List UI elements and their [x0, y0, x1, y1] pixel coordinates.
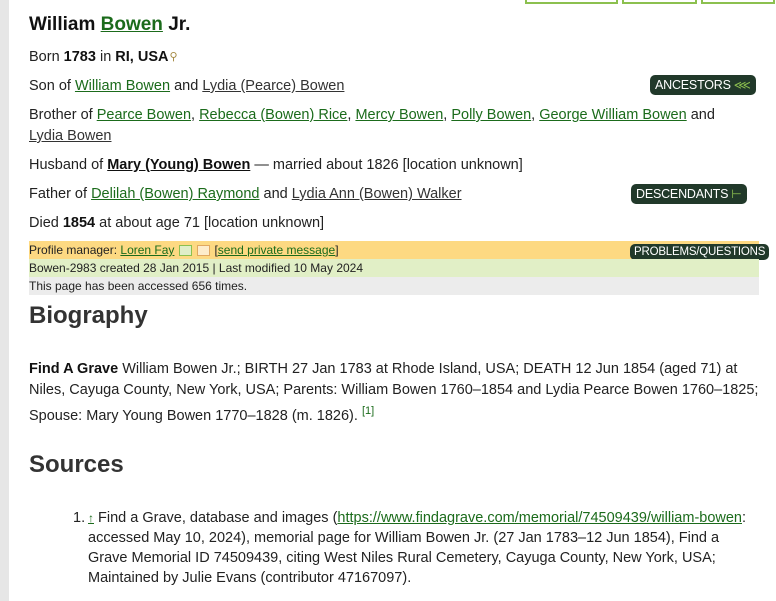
send-message-link[interactable]: send private message	[218, 243, 335, 257]
source-url-link[interactable]: https://www.findagrave.com/memorial/7450…	[337, 510, 742, 526]
problems-label: PROBLEMS/QUESTIONS	[634, 246, 766, 258]
top-tab-2[interactable]	[622, 0, 697, 4]
created-modified-bar: Bowen-2983 created 28 Jan 2015 | Last mo…	[29, 259, 759, 277]
sibling-link[interactable]: George William Bowen	[539, 107, 686, 123]
died-line: Died 1854 at about age 71 [location unkn…	[29, 213, 324, 234]
ancestors-label: ANCESTORS	[655, 78, 731, 92]
died-text: at about age 71 [location unknown]	[99, 215, 325, 231]
ancestors-button[interactable]: ANCESTORS ⋘	[650, 75, 756, 95]
top-tab-3[interactable]	[701, 0, 775, 4]
child-link[interactable]: Delilah (Bowen) Raymond	[91, 186, 259, 202]
bio-body: William Bowen Jr.; BIRTH 27 Jan 1783 at …	[29, 361, 759, 424]
top-tab-buttons	[525, 0, 775, 4]
accessed-bar: This page has been accessed 656 times.	[29, 277, 759, 295]
husband-of-label: Husband of	[29, 157, 104, 173]
born-in: in	[99, 49, 112, 65]
created-text: Bowen-2983 created 28 Jan 2015 | Last mo…	[29, 261, 364, 275]
and-text: and	[174, 78, 199, 94]
name-suffix: Jr.	[168, 14, 191, 35]
sibling-link[interactable]: Polly Bowen	[451, 107, 531, 123]
accessed-text: This page has been accessed 656 times.	[29, 279, 248, 293]
descendants-label: DESCENDANTS	[636, 187, 729, 201]
sibling-link[interactable]: Lydia Bowen	[29, 128, 112, 144]
descendants-tree-icon: ⊢	[731, 187, 742, 201]
born-year: 1783	[63, 49, 96, 65]
mother-link[interactable]: Lydia (Pearce) Bowen	[202, 78, 344, 94]
husband-of-line: Husband of Mary (Young) Bowen — married …	[29, 155, 523, 176]
bio-source-bold: Find A Grave	[29, 361, 119, 377]
born-line: Born 1783 in RI, USA⚲	[29, 47, 178, 68]
top-tab-1[interactable]	[525, 0, 618, 4]
back-to-citation-link[interactable]: ↑	[88, 511, 94, 525]
died-label: Died	[29, 215, 59, 231]
father-of-line: Father of Delilah (Bowen) Raymond and Ly…	[29, 184, 462, 205]
brother-of-label: Brother of	[29, 107, 93, 123]
manager-label: Profile manager:	[29, 243, 118, 257]
and-text: and	[690, 107, 715, 123]
father-of-label: Father of	[29, 186, 88, 202]
source-prefix: Find a Grave, database and images (	[98, 510, 338, 526]
sibling-link[interactable]: Rebecca (Bowen) Rice	[199, 107, 347, 123]
tree-icon[interactable]	[178, 245, 192, 257]
source-item: 1. ↑ Find a Grave, database and images (…	[73, 508, 759, 588]
child-link[interactable]: Lydia Ann (Bowen) Walker	[292, 186, 462, 202]
sibling-link[interactable]: Pearce Bowen	[97, 107, 191, 123]
born-place: RI, USA	[115, 49, 169, 65]
son-of-label: Son of	[29, 78, 71, 94]
sibling-link[interactable]: Mercy Bowen	[355, 107, 443, 123]
problems-questions-button[interactable]: PROBLEMS/QUESTIONS	[630, 244, 770, 260]
first-name: William	[29, 14, 96, 35]
descendants-button[interactable]: DESCENDANTS ⊢	[631, 184, 747, 204]
brother-of-line: Brother of Pearce Bowen, Rebecca (Bowen)…	[29, 107, 715, 144]
and-text: and	[263, 186, 288, 202]
biography-heading: Biography	[29, 302, 148, 329]
source-number: 1.	[73, 510, 86, 526]
born-label: Born	[29, 49, 60, 65]
footnote-link[interactable]: [1]	[362, 405, 374, 417]
manager-link[interactable]: Loren Fay	[120, 243, 174, 257]
spouse-link[interactable]: Mary (Young) Bowen	[107, 157, 250, 173]
son-of-line: Son of William Bowen and Lydia (Pearce) …	[29, 76, 344, 97]
ancestors-tree-icon: ⋘	[733, 78, 751, 92]
surname-link[interactable]: Bowen	[101, 14, 163, 35]
marriage-text: — married about 1826 [location unknown]	[254, 157, 523, 173]
biography-text: Find A Grave William Bowen Jr.; BIRTH 27…	[29, 359, 759, 427]
map-pin-icon[interactable]: ⚲	[169, 47, 177, 68]
page-title: William Bowen Jr.	[29, 14, 190, 36]
mail-icon[interactable]	[197, 245, 211, 257]
bracket-close: ]	[335, 243, 339, 257]
father-link[interactable]: William Bowen	[75, 78, 170, 94]
sources-heading: Sources	[29, 451, 124, 478]
died-year: 1854	[62, 215, 96, 231]
left-edge-bar	[0, 0, 9, 601]
